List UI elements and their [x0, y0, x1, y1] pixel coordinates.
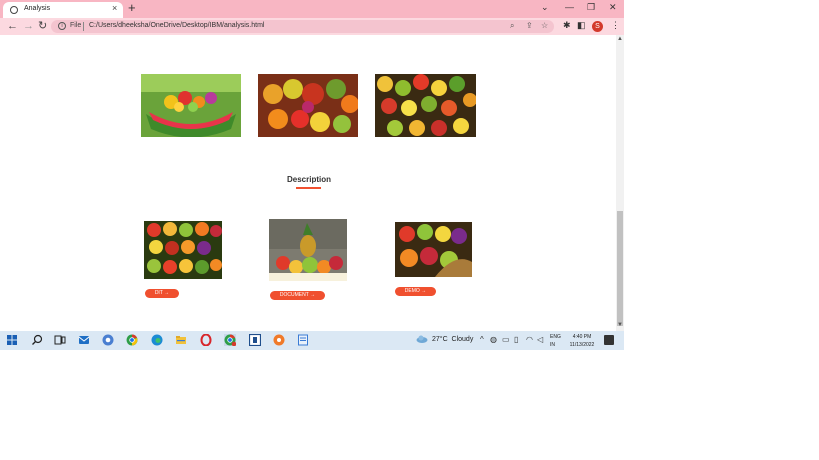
page-viewport: Description DIT → DOCUMENT → DEMO →: [0, 35, 616, 331]
zoom-icon[interactable]: ⌕: [510, 21, 514, 31]
document-button[interactable]: DOCUMENT →: [270, 291, 325, 300]
globe-icon: [10, 6, 18, 14]
close-window-button[interactable]: ✕: [609, 2, 617, 13]
chrome-beta-icon[interactable]: [102, 334, 114, 346]
weather-widget[interactable]: 27°C Cloudy: [432, 336, 473, 343]
chrome-profile-icon[interactable]: [224, 334, 236, 346]
weather-condition-text: Cloudy: [451, 336, 474, 343]
fruit-basket-image: [395, 222, 472, 277]
maximize-button[interactable]: ❐: [587, 2, 595, 13]
dit-button[interactable]: DIT →: [145, 289, 179, 298]
heading-underline: [296, 187, 321, 189]
tab-title: Analysis: [24, 5, 51, 12]
network-globe-icon[interactable]: ◍: [490, 335, 497, 344]
chrome-icon[interactable]: [126, 334, 138, 346]
new-tab-button[interactable]: +: [128, 1, 136, 15]
app-icon[interactable]: [249, 334, 261, 346]
region-indicator[interactable]: IN: [550, 342, 555, 348]
volume-icon[interactable]: ◁: [537, 335, 543, 344]
pineapple-fruits-image: [269, 219, 347, 281]
opera-icon[interactable]: [200, 334, 212, 346]
tab-strip: Analysis × + ⌄ — ❐ ✕: [0, 0, 624, 18]
description-heading: Description: [286, 175, 331, 184]
language-indicator[interactable]: ENG: [550, 334, 561, 340]
extensions-icon[interactable]: ✱: [563, 20, 571, 31]
forward-button[interactable]: →: [23, 20, 34, 32]
fruit-bowl-image: [141, 74, 241, 137]
menu-icon[interactable]: ⋮: [611, 20, 620, 31]
minimize-button[interactable]: —: [565, 2, 574, 12]
wifi-icon[interactable]: ◠: [526, 335, 533, 344]
tab-analysis[interactable]: Analysis ×: [3, 2, 123, 18]
notification-icon[interactable]: [604, 335, 614, 345]
reload-button[interactable]: ↻: [38, 20, 47, 32]
profile-avatar[interactable]: S: [592, 21, 603, 32]
hardware-icon[interactable]: ▭: [502, 335, 510, 344]
windows-taskbar: 27°C Cloudy ^ ◍ ▭ ▯ ◠ ◁ ENG IN 4:40 PM 1…: [0, 331, 624, 350]
share-icon[interactable]: ⇪: [526, 21, 533, 30]
mail-icon[interactable]: [78, 334, 90, 346]
task-view-icon[interactable]: [54, 334, 66, 346]
browser-toolbar: ← → ↻ i File C:/Users/dheeksha/OneDrive/…: [0, 18, 624, 35]
clock-date[interactable]: 11/13/2022: [566, 342, 598, 348]
address-separator: [83, 22, 84, 31]
back-button[interactable]: ←: [7, 20, 18, 32]
address-bar[interactable]: i File C:/Users/dheeksha/OneDrive/Deskto…: [51, 20, 554, 33]
tab-search-icon[interactable]: ⌄: [541, 2, 549, 13]
battery-icon[interactable]: ▯: [514, 335, 518, 344]
windows-start-icon[interactable]: [6, 334, 18, 346]
edge-icon[interactable]: [151, 334, 163, 346]
file-explorer-icon[interactable]: [175, 334, 187, 346]
fruit-assortment-image: [375, 74, 476, 137]
close-tab-icon[interactable]: ×: [112, 3, 117, 13]
fruit-market-image: [258, 74, 358, 137]
temperature-text: 27°C: [432, 336, 448, 343]
notepad-icon[interactable]: [297, 334, 309, 346]
scheme-label: File: [70, 22, 82, 29]
browser-window: Analysis × + ⌄ — ❐ ✕ ← → ↻ i File C:/Use…: [0, 0, 624, 350]
scroll-down-icon[interactable]: ▼: [617, 322, 623, 328]
bookmark-star-icon[interactable]: ☆: [541, 21, 548, 30]
search-icon[interactable]: [31, 334, 43, 346]
fruits-grid-image: [144, 221, 222, 279]
side-panel-icon[interactable]: ◧: [577, 20, 586, 31]
scroll-up-icon[interactable]: ▲: [617, 36, 623, 42]
clock-time[interactable]: 4:40 PM: [566, 334, 598, 340]
url-text[interactable]: C:/Users/dheeksha/OneDrive/Desktop/IBM/a…: [89, 22, 264, 29]
info-icon[interactable]: i: [58, 22, 66, 30]
orange-app-icon[interactable]: [273, 334, 285, 346]
demo-button[interactable]: DEMO →: [395, 287, 436, 296]
cloudy-weather-icon[interactable]: [416, 335, 428, 343]
chevron-up-icon[interactable]: ^: [480, 335, 484, 344]
scrollbar-thumb[interactable]: [617, 211, 623, 326]
page-scrollbar[interactable]: ▲ ▼: [616, 35, 624, 331]
